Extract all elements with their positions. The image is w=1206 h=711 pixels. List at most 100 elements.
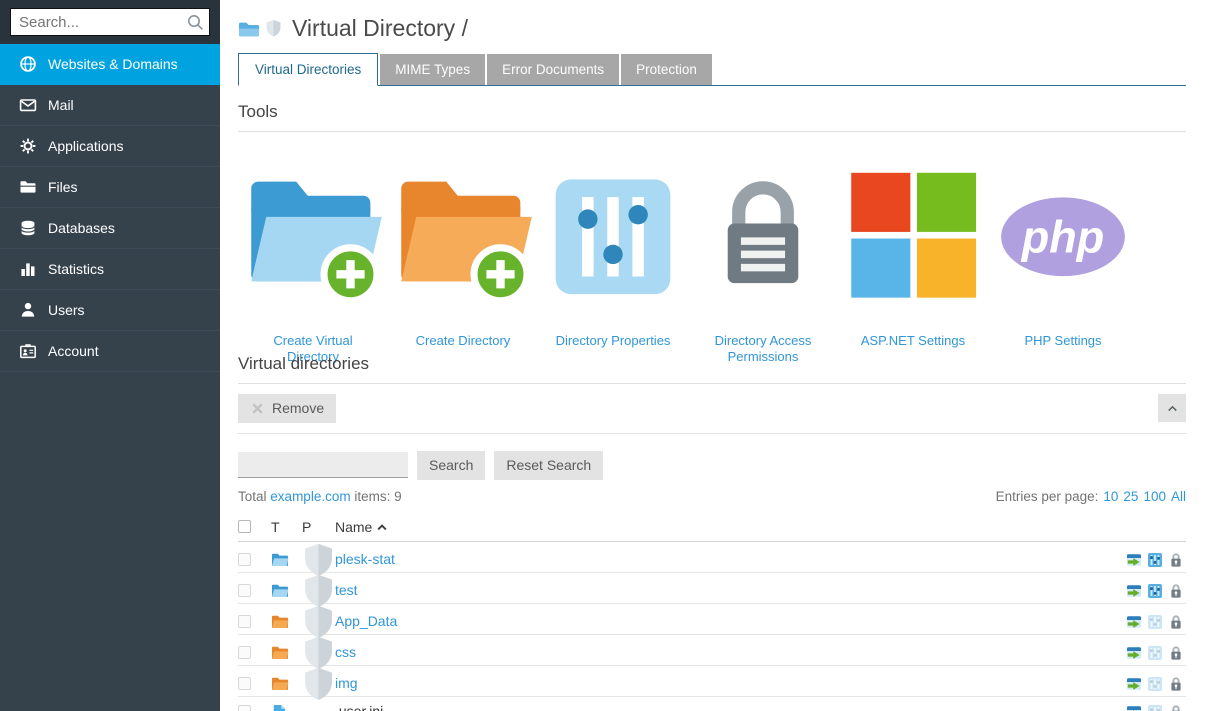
- permissions-icon[interactable]: [1168, 614, 1184, 630]
- open-in-web-icon[interactable]: [1126, 645, 1142, 661]
- search-icon: [186, 13, 204, 31]
- collapse-toolbar-button[interactable]: [1158, 394, 1186, 422]
- reset-search-button[interactable]: Reset Search: [494, 451, 603, 480]
- open-in-web-icon[interactable]: [1126, 614, 1142, 630]
- page-size-10[interactable]: 10: [1103, 489, 1118, 504]
- row-actions: [1110, 645, 1186, 661]
- page-size-all[interactable]: All: [1171, 489, 1186, 504]
- list-meta-top: Total example.com items: 9 Entries per p…: [238, 489, 1186, 504]
- row-name: plesk-stat: [335, 551, 1110, 569]
- row-actions: [1110, 704, 1186, 711]
- tool-php-settings[interactable]: phpPHP Settings: [988, 144, 1138, 326]
- list-search-input[interactable]: [238, 452, 408, 478]
- tool-directory-properties[interactable]: Directory Properties: [538, 144, 688, 326]
- folder-orange-plus-icon: [388, 148, 538, 326]
- row-actions: [1110, 614, 1186, 630]
- table-row: .user.ini: [238, 697, 1186, 711]
- open-in-web-icon[interactable]: [1126, 552, 1142, 568]
- open-in-web-icon[interactable]: [1126, 676, 1142, 692]
- row-name-link[interactable]: css: [335, 644, 356, 660]
- tab-error-documents[interactable]: Error Documents: [487, 54, 619, 85]
- sidebar-item-label: Websites & Domains: [48, 56, 178, 72]
- row-checkbox[interactable]: [238, 553, 251, 566]
- sort-asc-icon: [377, 523, 387, 531]
- page-size-100[interactable]: 100: [1143, 489, 1166, 504]
- tab-mime-types[interactable]: MIME Types: [380, 54, 485, 85]
- tool-asp-net-settings[interactable]: ASP.NET Settings: [838, 144, 988, 326]
- directory-icon: [238, 20, 260, 38]
- page-title: Virtual Directory /: [292, 15, 468, 42]
- permissions-icon[interactable]: [1168, 552, 1184, 568]
- row-checkbox[interactable]: [238, 646, 251, 659]
- row-name: .user.ini: [335, 703, 1110, 711]
- row-checkbox[interactable]: [238, 677, 251, 690]
- sliders-icon: [538, 148, 688, 326]
- sidebar-item-label: Account: [48, 343, 99, 359]
- row-name-link[interactable]: test: [335, 582, 358, 598]
- svg-text:php: php: [1021, 212, 1104, 263]
- mail-icon: [19, 96, 37, 114]
- search-button[interactable]: Search: [417, 451, 485, 480]
- file-icon: [273, 704, 286, 711]
- directory-properties-icon[interactable]: [1147, 583, 1163, 599]
- items-count: 9: [394, 489, 402, 504]
- domain-link[interactable]: example.com: [270, 489, 350, 504]
- permissions-icon[interactable]: [1168, 583, 1184, 599]
- row-checkbox[interactable]: [238, 615, 251, 628]
- tool-label: Directory Properties: [538, 333, 688, 350]
- permissions-icon[interactable]: [1168, 704, 1184, 711]
- open-in-web-icon[interactable]: [1126, 704, 1142, 711]
- chevron-up-icon: [1165, 401, 1180, 416]
- tool-directory-access-permissions[interactable]: Directory Access Permissions: [688, 144, 838, 326]
- tab-protection[interactable]: Protection: [621, 54, 712, 85]
- select-all-checkbox[interactable]: [238, 520, 251, 533]
- tool-label: PHP Settings: [988, 333, 1138, 350]
- directory-icon: [271, 645, 289, 660]
- col-type: T: [271, 519, 302, 535]
- folder-icon: [19, 178, 37, 196]
- sidebar-item-applications[interactable]: Applications: [0, 126, 220, 167]
- sidebar-item-label: Statistics: [48, 261, 104, 277]
- sidebar-item-label: Mail: [48, 97, 74, 113]
- sidebar-item-databases[interactable]: Databases: [0, 208, 220, 249]
- id-card-icon: [19, 342, 37, 360]
- tool-create-directory[interactable]: Create Directory: [388, 144, 538, 326]
- sidebar-item-files[interactable]: Files: [0, 167, 220, 208]
- sidebar-item-statistics[interactable]: Statistics: [0, 249, 220, 290]
- row-checkbox[interactable]: [238, 705, 251, 711]
- open-in-web-icon[interactable]: [1126, 583, 1142, 599]
- tab-bar: Virtual DirectoriesMIME TypesError Docum…: [238, 53, 1186, 86]
- tool-label: ASP.NET Settings: [838, 333, 988, 350]
- remove-button[interactable]: Remove: [238, 394, 336, 423]
- permissions-icon[interactable]: [1168, 645, 1184, 661]
- directory-icon: [271, 676, 289, 691]
- sidebar-search-input[interactable]: [10, 8, 210, 36]
- tab-virtual-directories[interactable]: Virtual Directories: [238, 53, 378, 86]
- page-size-25[interactable]: 25: [1123, 489, 1138, 504]
- sidebar-item-label: Databases: [48, 220, 115, 236]
- sidebar: Websites & Domains Mail Applications Files D…: [0, 0, 220, 711]
- col-name-sort[interactable]: Name: [335, 519, 1110, 535]
- directory-properties-icon[interactable]: [1147, 552, 1163, 568]
- sidebar-item-account[interactable]: Account: [0, 331, 220, 372]
- table-row: css: [238, 635, 1186, 666]
- tools-heading: Tools: [238, 102, 1186, 132]
- row-name-link[interactable]: plesk-stat: [335, 551, 395, 567]
- sidebar-item-users[interactable]: Users: [0, 290, 220, 331]
- row-checkbox[interactable]: [238, 584, 251, 597]
- directory-icon: [271, 614, 289, 629]
- sidebar-item-label: Files: [48, 179, 78, 195]
- sidebar-item-label: Applications: [48, 138, 124, 154]
- sidebar-item-websites-domains[interactable]: Websites & Domains: [0, 44, 220, 85]
- row-name-link[interactable]: img: [335, 675, 358, 691]
- tool-create-virtual-directory[interactable]: Create Virtual Directory: [238, 144, 388, 326]
- folder-blue-plus-icon: [238, 148, 388, 326]
- sidebar-item-mail[interactable]: Mail: [0, 85, 220, 126]
- shield-icon: [302, 666, 335, 703]
- row-actions: [1110, 676, 1186, 692]
- sidebar-item-label: Users: [48, 302, 85, 318]
- sidebar-search: [0, 0, 220, 44]
- row-name: App_Data: [335, 613, 1110, 631]
- permissions-icon[interactable]: [1168, 676, 1184, 692]
- row-name-link[interactable]: App_Data: [335, 613, 397, 629]
